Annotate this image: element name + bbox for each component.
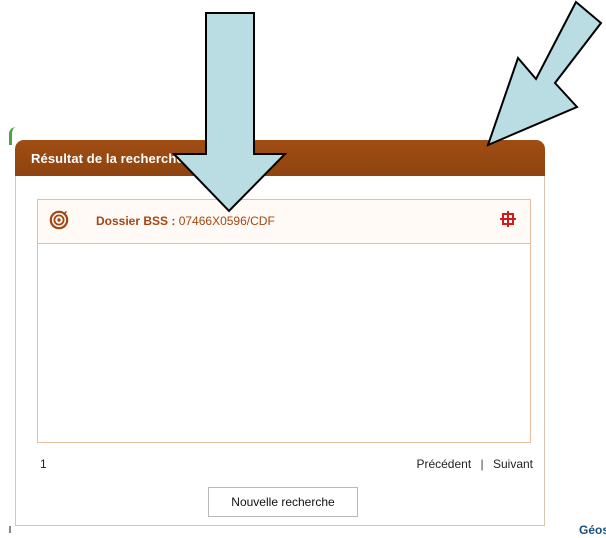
- result-item[interactable]: Dossier BSS : 07466X0596/CDF: [38, 200, 530, 244]
- pagination: Précédent | Suivant: [416, 457, 533, 471]
- pager-separator: |: [480, 457, 484, 471]
- page-number: 1: [40, 457, 47, 471]
- results-list: Dossier BSS : 07466X0596/CDF: [37, 199, 531, 443]
- result-label[interactable]: Dossier BSS : 07466X0596/CDF: [96, 214, 275, 228]
- panel-title: Résultat de la recherche: [31, 151, 184, 166]
- result-prefix: Dossier BSS :: [96, 214, 179, 228]
- arrow-diagonal-right: [486, 0, 603, 147]
- scroll-mark: [9, 526, 11, 533]
- next-link[interactable]: Suivant: [493, 457, 533, 471]
- panel-header: Résultat de la recherche: [15, 140, 545, 176]
- result-code: 07466X0596/CDF: [178, 214, 275, 228]
- locate-target-icon[interactable]: [500, 211, 516, 227]
- panel-edge-hint: [9, 127, 16, 145]
- corner-logo-text: Géos: [579, 523, 606, 537]
- bss-dossier-icon: [49, 210, 69, 230]
- new-search-button[interactable]: Nouvelle recherche: [208, 487, 358, 517]
- previous-link[interactable]: Précédent: [416, 457, 471, 471]
